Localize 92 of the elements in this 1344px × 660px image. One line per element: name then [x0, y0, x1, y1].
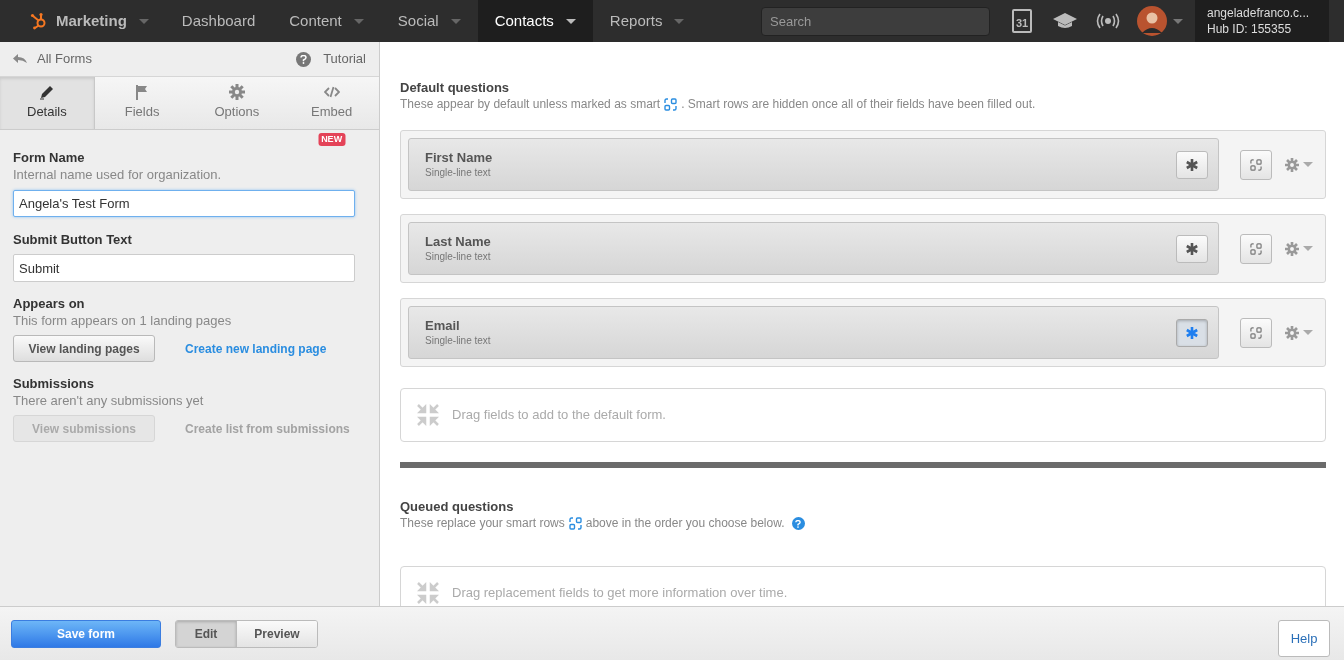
question-mark-icon — [300, 54, 308, 64]
caret-icon — [1303, 246, 1313, 251]
field-type: Single-line text — [425, 165, 492, 180]
sidebar-tab[interactable]: Fields — [94, 77, 190, 129]
nav-menu-item[interactable]: Dashboard — [164, 0, 273, 42]
drop-hint: Drag replacement fields to get more information over time. — [452, 584, 788, 603]
settings-icon — [1285, 325, 1299, 340]
gear-icon — [228, 84, 245, 101]
caret-icon — [1303, 330, 1313, 335]
section-heading: Queued questions — [400, 498, 515, 515]
section-label: Submit Button Text — [13, 231, 133, 248]
field-type: Single-line text — [425, 333, 492, 348]
create-landing-page-link[interactable]: Create new landing page — [185, 339, 327, 358]
caret-icon — [674, 18, 685, 24]
caret-icon — [138, 18, 149, 24]
pencil-icon — [38, 84, 55, 101]
field-card[interactable]: First Name Single-line text — [408, 138, 1219, 191]
caret-icon — [353, 18, 364, 24]
broadcast-icon — [1096, 13, 1120, 29]
search-field[interactable]: Search — [761, 6, 990, 36]
sprocket-logo-icon — [30, 12, 48, 30]
section-heading: Default questions — [400, 79, 511, 96]
caret-icon — [450, 18, 461, 24]
notifications-button[interactable] — [1096, 13, 1120, 29]
nav-menu-item[interactable]: Social — [380, 0, 478, 42]
smart-field-button[interactable] — [1240, 149, 1272, 180]
asterisk-icon — [1186, 326, 1198, 339]
description-text: . Smart rows are hidden once all of their fields have been filled out. — [681, 96, 1036, 113]
mode-toggle[interactable]: Preview — [236, 620, 317, 647]
nav-menu-item[interactable]: Reports — [592, 0, 702, 42]
nav-menu-item[interactable]: Content — [272, 0, 381, 42]
collapse-arrows-icon — [417, 404, 439, 426]
view-landing-pages-button[interactable]: View landing pages — [13, 335, 155, 362]
account-email: angeladefranco.c... — [1207, 5, 1311, 21]
caret-icon — [1303, 162, 1313, 167]
field-settings-button[interactable] — [1285, 157, 1313, 172]
graduation-cap-icon — [1052, 12, 1078, 30]
settings-icon — [1285, 157, 1299, 172]
field-label: First Name — [425, 149, 494, 166]
section-label: Appears on — [13, 295, 86, 312]
field-type: Single-line text — [425, 249, 492, 264]
back-arrow-icon — [13, 54, 27, 64]
help-text: This form appears on 1 landing pages — [13, 312, 233, 329]
all-forms-link[interactable]: All Forms — [13, 49, 92, 69]
smart-field-button[interactable] — [1240, 233, 1272, 264]
required-toggle-button[interactable] — [1176, 318, 1208, 347]
field-label: Email — [425, 317, 461, 334]
smart-row-icon — [568, 517, 582, 530]
description-text: These replace your smart rows — [400, 515, 565, 532]
description-text: above in the order you choose below. — [585, 515, 785, 532]
caret-icon — [1173, 18, 1183, 24]
question-mark-icon — [795, 519, 802, 528]
new-badge: NEW — [318, 133, 346, 146]
sidebar-tab[interactable]: Details — [0, 77, 95, 129]
field-card[interactable]: Email Single-line text — [408, 306, 1219, 359]
hub-id: Hub ID: 155355 — [1207, 21, 1293, 37]
save-form-button[interactable]: Save form — [11, 619, 161, 648]
tutorial-link[interactable]: Tutorial — [296, 49, 366, 69]
collapse-arrows-icon — [417, 582, 439, 604]
smart-row-icon — [1250, 326, 1262, 339]
field-card[interactable]: Last Name Single-line text — [408, 222, 1219, 275]
help-button[interactable]: Help — [1278, 620, 1330, 657]
help-icon[interactable] — [791, 517, 805, 530]
help-text: There aren't any submissions yet — [13, 392, 205, 409]
academy-button[interactable] — [1052, 12, 1078, 30]
smart-row-icon — [1250, 158, 1262, 171]
mode-toggle[interactable]: Edit — [176, 620, 236, 647]
field-settings-button[interactable] — [1285, 325, 1313, 340]
form-name-field[interactable]: Angela's Test Form — [13, 190, 355, 217]
drop-hint: Drag fields to add to the default form. — [452, 406, 666, 425]
caret-icon — [565, 18, 576, 24]
smart-row-icon — [664, 98, 678, 111]
section-label: Form Name — [13, 149, 86, 166]
smart-row-icon — [1250, 242, 1262, 255]
submit-text-field[interactable]: Submit — [13, 254, 355, 282]
asterisk-icon — [1186, 242, 1198, 255]
account-menu-button[interactable] — [1137, 6, 1183, 36]
field-settings-button[interactable] — [1285, 241, 1313, 256]
asterisk-icon — [1186, 158, 1198, 171]
help-text: Internal name used for organization. — [13, 166, 223, 183]
marketing-menu[interactable]: Marketing — [0, 0, 165, 42]
required-toggle-button[interactable] — [1176, 234, 1208, 263]
calendar-icon[interactable]: 31 — [1012, 9, 1032, 33]
section-label: Submissions — [13, 375, 95, 392]
nav-menu-item[interactable]: Contacts — [477, 0, 593, 42]
avatar-icon — [1137, 6, 1167, 36]
settings-icon — [1285, 241, 1299, 256]
required-toggle-button[interactable] — [1176, 150, 1208, 179]
field-label: Last Name — [425, 233, 492, 250]
description-text: These appear by default unless marked as smart — [400, 96, 661, 113]
smart-field-button[interactable] — [1240, 317, 1272, 348]
sidebar-tab[interactable]: Options — [189, 77, 285, 129]
